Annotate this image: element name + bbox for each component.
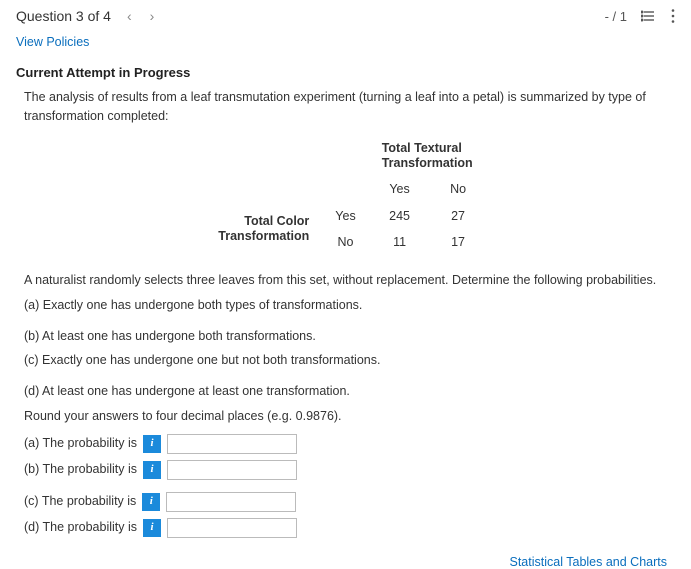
info-icon[interactable]: i bbox=[143, 435, 161, 453]
header-right: - / 1 bbox=[605, 8, 675, 24]
col-yes: Yes bbox=[370, 177, 430, 202]
info-icon[interactable]: i bbox=[142, 493, 160, 511]
answer-row-a: (a) The probability is i bbox=[24, 434, 667, 454]
answer-input-d[interactable] bbox=[167, 518, 297, 538]
answer-label-b: (b) The probability is bbox=[24, 460, 137, 479]
question-header: Question 3 of 4 ‹ › - / 1 bbox=[0, 0, 691, 30]
instruction-text: A naturalist randomly selects three leav… bbox=[24, 271, 667, 290]
answer-row-d: (d) The probability is i bbox=[24, 518, 667, 538]
row-yes: Yes bbox=[323, 204, 367, 229]
info-icon[interactable]: i bbox=[143, 461, 161, 479]
list-icon[interactable] bbox=[641, 8, 657, 24]
view-policies-link[interactable]: View Policies bbox=[16, 35, 89, 49]
answer-label-a: (a) The probability is bbox=[24, 434, 137, 453]
score-display: - / 1 bbox=[605, 9, 627, 24]
answer-row-b: (b) The probability is i bbox=[24, 460, 667, 480]
answers-block: (a) The probability is i (b) The probabi… bbox=[24, 434, 667, 538]
part-d-text: (d) At least one has undergone at least … bbox=[24, 382, 667, 401]
more-options-icon[interactable] bbox=[671, 8, 675, 24]
answer-input-b[interactable] bbox=[167, 460, 297, 480]
answer-label-d: (d) The probability is bbox=[24, 518, 137, 537]
cell-ny: 11 bbox=[370, 230, 430, 255]
data-table: Total Textural Transformation Yes No Tot… bbox=[204, 136, 486, 258]
prev-question-button[interactable]: ‹ bbox=[127, 8, 132, 24]
answer-label-c: (c) The probability is bbox=[24, 492, 136, 511]
info-icon[interactable]: i bbox=[143, 519, 161, 537]
attempt-status: Current Attempt in Progress bbox=[0, 59, 691, 88]
data-table-wrap: Total Textural Transformation Yes No Tot… bbox=[24, 136, 667, 258]
cell-nn: 17 bbox=[431, 230, 484, 255]
footer-link-row: Statistical Tables and Charts bbox=[0, 544, 691, 569]
top-header-l1: Total Textural bbox=[382, 141, 462, 155]
next-question-button[interactable]: › bbox=[150, 8, 155, 24]
question-content: The analysis of results from a leaf tran… bbox=[0, 88, 691, 538]
col-no: No bbox=[431, 177, 484, 202]
part-b-text: (b) At least one has undergone both tran… bbox=[24, 327, 667, 346]
table-top-header: Total Textural Transformation bbox=[370, 138, 485, 175]
intro-text: The analysis of results from a leaf tran… bbox=[24, 88, 667, 126]
stats-tables-link[interactable]: Statistical Tables and Charts bbox=[510, 555, 668, 569]
cell-yn: 27 bbox=[431, 204, 484, 229]
question-title: Question 3 of 4 bbox=[16, 8, 111, 24]
policies-row: View Policies bbox=[0, 30, 691, 59]
row-no: No bbox=[323, 230, 367, 255]
part-c-text: (c) Exactly one has undergone one but no… bbox=[24, 351, 667, 370]
row-header-l2: Transformation bbox=[218, 229, 309, 243]
part-a-text: (a) Exactly one has undergone both types… bbox=[24, 296, 667, 315]
table-row-header: Total Color Transformation bbox=[206, 204, 321, 256]
row-header-l1: Total Color bbox=[244, 214, 309, 228]
top-header-l2: Transformation bbox=[382, 156, 473, 170]
rounding-text: Round your answers to four decimal place… bbox=[24, 407, 667, 426]
answer-input-c[interactable] bbox=[166, 492, 296, 512]
cell-yy: 245 bbox=[370, 204, 430, 229]
answer-input-a[interactable] bbox=[167, 434, 297, 454]
answer-row-c: (c) The probability is i bbox=[24, 492, 667, 512]
nav-arrows: ‹ › bbox=[127, 8, 154, 24]
header-left: Question 3 of 4 ‹ › bbox=[16, 8, 154, 24]
